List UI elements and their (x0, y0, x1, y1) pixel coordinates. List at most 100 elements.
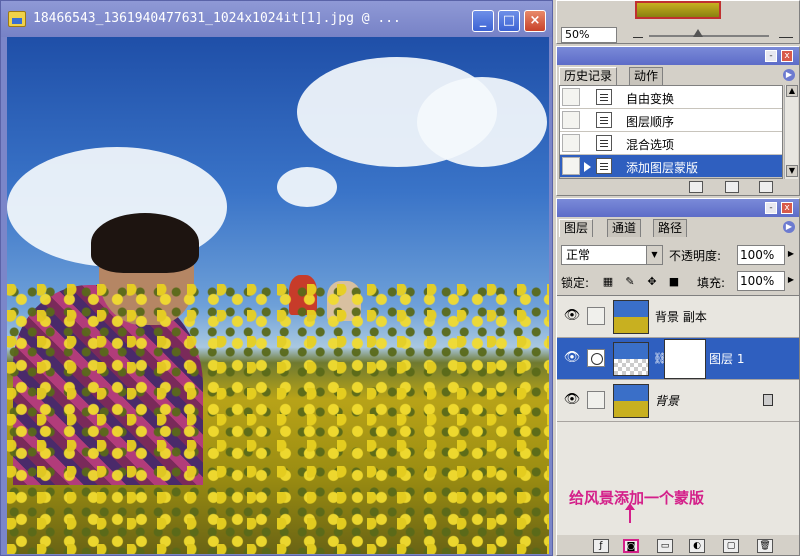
lock-position-move-icon[interactable]: ✥ (645, 275, 659, 289)
layer-row[interactable]: 👁 背景 (557, 380, 799, 422)
layer-thumbnail (613, 342, 649, 376)
zoom-slider-knob[interactable] (693, 29, 703, 37)
add-layer-mask-icon[interactable]: ◙ (623, 539, 639, 553)
minimize-button[interactable]: _ (472, 10, 494, 32)
trash-icon[interactable] (759, 181, 773, 193)
scroll-up-icon[interactable]: ▲ (786, 85, 798, 97)
history-panel-titlebar[interactable]: - x (557, 47, 799, 65)
panel-minimize-button[interactable]: - (765, 50, 777, 62)
history-item[interactable]: 自由变换 (560, 86, 782, 109)
girl-hair (91, 213, 199, 273)
lock-label: 锁定: (561, 276, 590, 290)
maximize-button[interactable]: □ (498, 10, 520, 32)
trash-icon[interactable]: 🗑 (757, 539, 773, 553)
layers-panel: - x 图层 通道 路径 ▶ 正常 ▼ 不透明度: 100% ▶ 锁定: ▦ ✎… (556, 198, 800, 556)
zoom-input[interactable]: 50% (561, 27, 617, 43)
photoshop-file-icon (8, 11, 26, 27)
close-icon: × (529, 13, 541, 28)
canvas-photo[interactable] (7, 37, 549, 554)
opacity-slider-arrow-icon[interactable]: ▶ (785, 245, 797, 263)
fill-slider-arrow-icon[interactable]: ▶ (785, 271, 797, 289)
tab-paths[interactable]: 路径 (653, 219, 688, 237)
close-button[interactable]: × (524, 10, 546, 32)
lock-icon (763, 394, 773, 406)
panel-menu-icon[interactable]: ▶ (783, 221, 795, 233)
panel-close-button[interactable]: x (781, 202, 793, 214)
adjustment-layer-icon[interactable]: ◐ (689, 539, 705, 553)
history-state-icon (596, 112, 612, 128)
tab-history[interactable]: 历史记录 (559, 67, 618, 85)
annotation-arrow-icon (625, 503, 635, 523)
panel-menu-icon[interactable]: ▶ (783, 69, 795, 81)
layer-thumbnail (613, 300, 649, 334)
new-group-folder-icon[interactable]: ▭ (657, 539, 673, 553)
eye-icon[interactable]: 👁 (561, 392, 583, 408)
layer-row-selected[interactable]: 👁 ⛓ 图层 1 (557, 338, 799, 380)
tab-actions[interactable]: 动作 (629, 67, 664, 85)
document-titlebar[interactable]: 18466543_1361940477631_1024x1024it[1].jp… (1, 1, 552, 37)
layers-panel-titlebar[interactable]: - x (557, 199, 799, 217)
zoom-slider[interactable] (649, 35, 769, 37)
history-item-label: 图层顺序 (626, 115, 675, 129)
panel-minimize-button[interactable]: - (765, 202, 777, 214)
lock-pixels-brush-icon[interactable]: ✎ (623, 275, 637, 289)
history-state-icon (596, 158, 612, 174)
lock-transparency-icon[interactable]: ▦ (601, 275, 615, 289)
document-title: 18466543_1361940477631_1024x1024it[1].jp… (33, 11, 401, 26)
cloud (277, 167, 337, 207)
tutorial-annotation: 给风景添加一个蒙版 (569, 489, 705, 507)
layer-row[interactable]: 👁 背景 副本 (557, 296, 799, 338)
layer-link-toggle[interactable] (587, 307, 605, 325)
chevron-down-icon[interactable]: ▼ (646, 246, 662, 264)
eye-icon[interactable]: 👁 (561, 350, 583, 366)
layer-thumbnail (613, 384, 649, 418)
rapeseed-flowers (7, 284, 549, 554)
history-footer (557, 179, 799, 195)
layer-mask-indicator-icon[interactable] (587, 349, 605, 367)
navigator-thumbnail[interactable] (635, 1, 721, 19)
navigator-panel: 50% (556, 0, 800, 44)
tab-layers[interactable]: 图层 (559, 219, 594, 237)
fill-label: 填充: (697, 276, 726, 290)
history-item[interactable]: 混合选项 (560, 132, 782, 155)
layer-link-toggle[interactable] (587, 391, 605, 409)
history-item-label: 自由变换 (626, 92, 675, 106)
layer-mask-thumbnail[interactable] (664, 339, 706, 379)
eye-icon[interactable]: 👁 (561, 308, 583, 324)
history-state-icon (596, 89, 612, 105)
history-snapshot-checkbox[interactable] (562, 111, 580, 129)
history-snapshot-checkbox[interactable] (562, 88, 580, 106)
opacity-label: 不透明度: (669, 249, 722, 263)
layer-name[interactable]: 背景 (655, 392, 679, 409)
cloud (417, 77, 547, 167)
history-state-icon (596, 135, 612, 151)
zoom-out-icon[interactable] (633, 30, 643, 38)
zoom-in-icon[interactable] (779, 28, 793, 38)
history-item-label: 添加图层蒙版 (626, 161, 699, 175)
document-window: 18466543_1361940477631_1024x1024it[1].jp… (0, 0, 553, 556)
opacity-input[interactable]: 100% (737, 245, 785, 265)
layers-footer: ƒ ◙ ▭ ◐ ▢ 🗑 (557, 537, 799, 555)
layer-name[interactable]: 背景 副本 (655, 308, 707, 325)
lock-all-icon[interactable]: ■ (667, 275, 681, 289)
tab-channels[interactable]: 通道 (607, 219, 642, 237)
history-panel: - x 历史记录 动作 ▶ 自由变换 图层顺序 混合选项 添加图层蒙版 ▲ ▼ (556, 46, 800, 196)
new-snapshot-icon[interactable] (725, 181, 739, 193)
scroll-down-icon[interactable]: ▼ (786, 165, 798, 177)
fill-input[interactable]: 100% (737, 271, 785, 291)
panel-close-button[interactable]: x (781, 50, 793, 62)
history-state-marker-icon (584, 162, 591, 172)
blend-mode-select[interactable]: 正常 ▼ (561, 245, 663, 265)
layer-name[interactable]: 图层 1 (709, 350, 744, 367)
minimize-icon: _ (479, 13, 487, 28)
new-document-from-state-icon[interactable] (689, 181, 703, 193)
history-snapshot-checkbox[interactable] (562, 134, 580, 152)
history-item-selected[interactable]: 添加图层蒙版 (560, 155, 782, 178)
layer-style-icon[interactable]: ƒ (593, 539, 609, 553)
history-item-label: 混合选项 (626, 138, 675, 152)
history-snapshot-checkbox[interactable] (562, 157, 580, 175)
history-scrollbar[interactable]: ▲ ▼ (784, 85, 798, 179)
history-list: 自由变换 图层顺序 混合选项 添加图层蒙版 (559, 85, 783, 179)
new-layer-icon[interactable]: ▢ (723, 539, 739, 553)
history-item[interactable]: 图层顺序 (560, 109, 782, 132)
